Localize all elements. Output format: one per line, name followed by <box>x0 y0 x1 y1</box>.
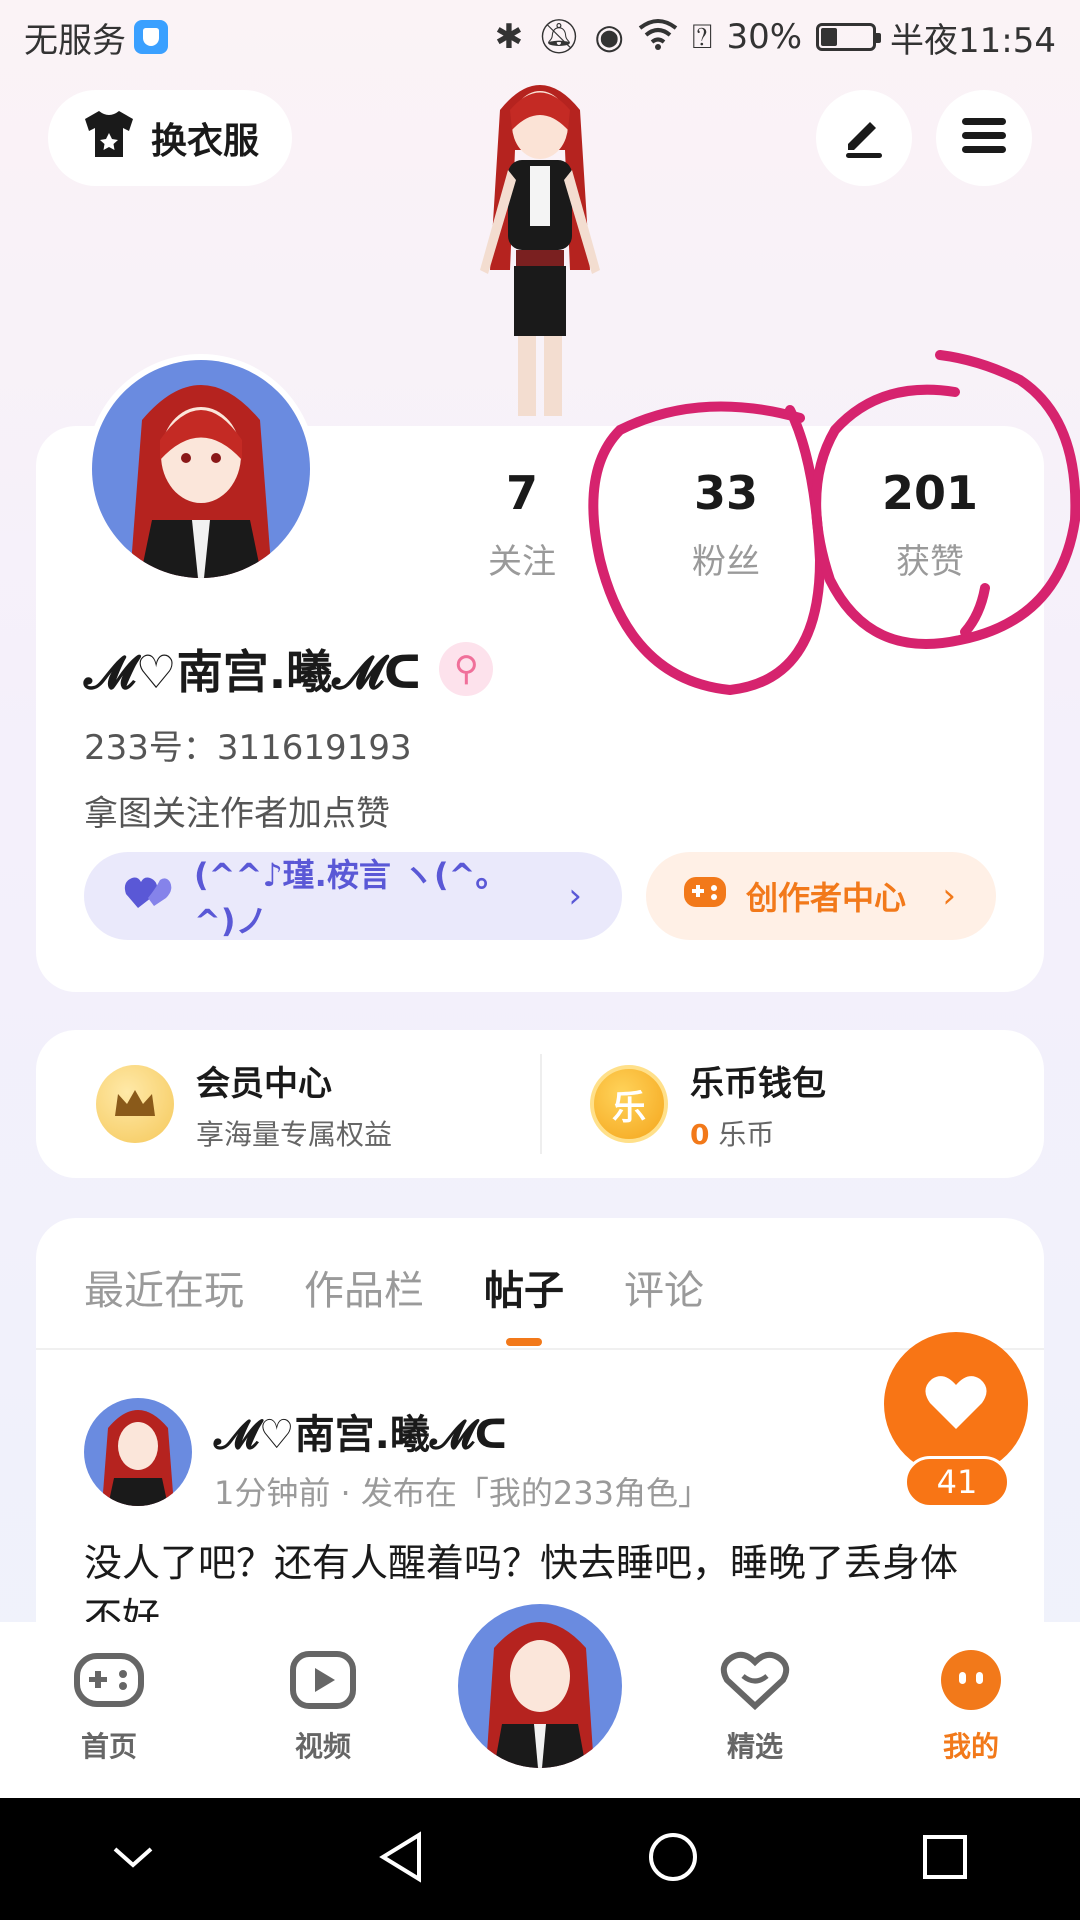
me-face-icon <box>937 1650 1005 1717</box>
menu-button[interactable] <box>936 90 1032 186</box>
clock: 半夜11:54 <box>890 20 1056 61</box>
coin-icon: 乐 <box>590 1065 668 1143</box>
following-label: 关注 <box>488 542 556 582</box>
post-author-avatar[interactable] <box>84 1398 192 1506</box>
post-meta: 1分钟前 · 发布在「我的233角色」 <box>214 1474 710 1512</box>
avatar-character-figure[interactable] <box>430 70 650 430</box>
coin-wallet-entry[interactable]: 乐 乐币钱包 0 乐币 <box>590 1030 826 1178</box>
wallet-title: 乐币钱包 <box>690 1063 826 1104</box>
user-bio: 拿图关注作者加点赞 <box>84 794 390 834</box>
divider <box>540 1054 542 1154</box>
like-count: 41 <box>904 1456 1010 1508</box>
likes-label: 获赞 <box>896 542 964 582</box>
nav-me[interactable]: 我的 <box>896 1650 1046 1765</box>
crown-icon <box>96 1065 174 1143</box>
wallet-amount: 0 <box>690 1117 710 1151</box>
nav-video[interactable]: 视频 <box>248 1650 398 1765</box>
home-circle-icon[interactable] <box>647 1831 699 1887</box>
video-icon <box>287 1651 359 1717</box>
wifi-icon <box>638 18 678 56</box>
guild-label: (^^♪瑾.桉言 ヽ(^。^)ノ <box>194 856 508 940</box>
username-text: 𝓜♡南宫.曦𝓜ᑕ <box>84 645 422 699</box>
heart-chat-icon <box>719 1651 791 1717</box>
carrier-text: 无服务 <box>24 20 126 61</box>
mute-icon: 🔕︎ <box>537 17 581 57</box>
female-gender-icon: ⚲ <box>439 642 494 696</box>
system-nav-bar <box>0 1798 1080 1920</box>
pencil-icon <box>840 112 888 164</box>
profile-username: 𝓜♡南宫.曦𝓜ᑕ ⚲ <box>84 636 494 702</box>
creator-center-label: 创作者中心 <box>746 879 907 917</box>
chevron-right-icon: › <box>568 876 582 916</box>
nav-featured-label: 精选 <box>726 1730 783 1763</box>
stat-following[interactable]: 7 关注 <box>422 466 622 583</box>
heart-icon <box>924 1373 988 1435</box>
nav-me-label: 我的 <box>942 1730 999 1763</box>
change-outfit-label: 换衣服 <box>150 121 259 162</box>
tab-posts[interactable]: 帖子 <box>484 1258 564 1346</box>
tshirt-icon <box>81 109 137 168</box>
user-id[interactable]: 233号：311619193 <box>84 720 412 769</box>
vip-center-title: 会员中心 <box>196 1063 332 1104</box>
likes-count: 201 <box>881 466 979 520</box>
change-outfit-button[interactable]: 换衣服 <box>48 90 292 186</box>
stat-likes[interactable]: 201 获赞 <box>830 466 1030 583</box>
tab-divider <box>36 1348 1044 1350</box>
gamepad-icon <box>682 873 728 919</box>
collapse-chevron-icon[interactable] <box>111 1843 155 1875</box>
like-button[interactable] <box>884 1332 1028 1476</box>
wallet-unit: 乐币 <box>709 1117 775 1151</box>
battery-percent: 30% <box>726 17 803 57</box>
battery-icon <box>816 23 882 51</box>
status-bar: 无服务 ✱ 🔕︎ ◉ ⍰ 30% 半夜11:54 <box>0 0 1080 74</box>
chevron-right-icon: › <box>942 876 956 916</box>
profile-tabs: 最近在玩 作品栏 帖子 评论 <box>84 1258 704 1346</box>
eye-icon: ◉ <box>594 17 625 57</box>
nav-avatar-center[interactable] <box>452 1598 628 1774</box>
double-heart-icon <box>124 874 174 918</box>
gamepad-icon <box>73 1653 145 1717</box>
guild-button[interactable]: (^^♪瑾.桉言 ヽ(^。^)ノ › <box>84 852 622 940</box>
hamburger-icon <box>960 116 1008 160</box>
back-icon[interactable] <box>377 1831 425 1887</box>
nav-featured[interactable]: 精选 <box>680 1650 830 1765</box>
recents-square-icon[interactable] <box>921 1833 969 1885</box>
post-author-name[interactable]: 𝓜♡南宫.曦𝓜ᑕ <box>214 1402 507 1460</box>
tab-comments[interactable]: 评论 <box>624 1258 704 1316</box>
profile-avatar[interactable] <box>86 354 316 584</box>
sim-alert-icon: ⍰ <box>692 17 713 57</box>
following-count: 7 <box>505 466 538 520</box>
nav-home[interactable]: 首页 <box>34 1650 184 1765</box>
vip-center-entry[interactable]: 会员中心 享海量专属权益 <box>96 1030 392 1178</box>
tab-works[interactable]: 作品栏 <box>304 1258 424 1316</box>
shield-icon <box>134 20 168 54</box>
fans-count: 33 <box>693 466 758 520</box>
edit-profile-button[interactable] <box>816 90 912 186</box>
creator-center-button[interactable]: 创作者中心 › <box>646 852 996 940</box>
tab-recently-played[interactable]: 最近在玩 <box>84 1258 244 1316</box>
vip-center-subtitle: 享海量专属权益 <box>196 1117 393 1151</box>
fans-label: 粉丝 <box>692 542 760 582</box>
wallet-balance: 0 乐币 <box>690 1113 826 1153</box>
member-wallet-card: 会员中心 享海量专属权益 乐 乐币钱包 0 乐币 <box>36 1030 1044 1178</box>
bluetooth-icon: ✱ <box>494 17 524 57</box>
nav-video-label: 视频 <box>294 1730 351 1763</box>
nav-home-label: 首页 <box>80 1730 137 1763</box>
stat-fans[interactable]: 33 粉丝 <box>626 466 826 583</box>
